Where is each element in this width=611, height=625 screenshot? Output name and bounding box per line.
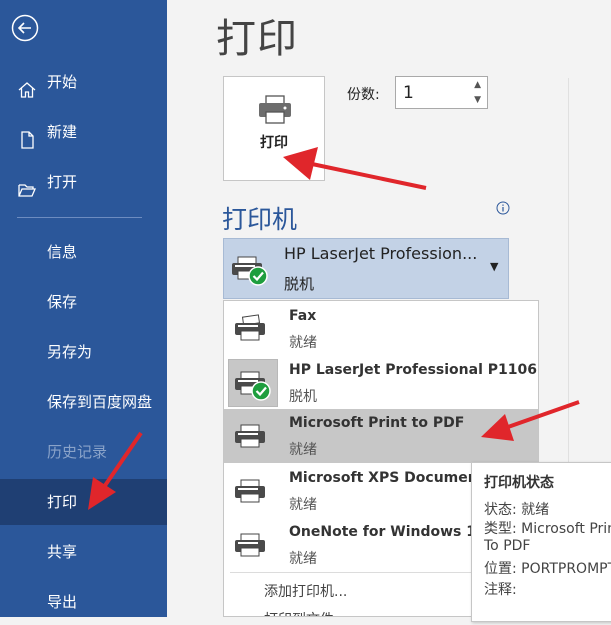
sidebar-item-label: 信息 xyxy=(47,243,78,261)
sidebar-item-label: 开始 xyxy=(47,73,78,91)
fax-icon xyxy=(233,314,269,348)
sidebar-item-label: 另存为 xyxy=(47,343,93,361)
sidebar-item-history: 历史记录 xyxy=(0,429,167,475)
printer-offline-icon xyxy=(233,368,273,406)
sidebar-item-label: 导出 xyxy=(47,593,78,611)
printer-icon xyxy=(233,476,269,510)
sidebar-item-info[interactable]: 信息 xyxy=(0,229,167,275)
sidebar-item-print[interactable]: 打印 xyxy=(0,479,167,525)
printer-option-status: 就绪 xyxy=(289,442,317,458)
add-printer-link[interactable]: 添加打印机... xyxy=(264,581,347,601)
sidebar-item-label: 历史记录 xyxy=(47,443,108,461)
selected-printer-status: 脱机 xyxy=(284,275,315,293)
backstage-sidebar: 开始 新建 打开 信息 保存 另存为 保存到百度网盘 历史记录 打印 共享 导出 xyxy=(0,0,167,617)
printer-section-title: 打印机 xyxy=(222,205,298,234)
printer-status-tooltip: 打印机状态 状态: 就绪 类型: Microsoft Print To PDF … xyxy=(471,462,611,622)
tooltip-location: 位置: PORTPROMPT: xyxy=(484,561,611,577)
tooltip-type-cont: To PDF xyxy=(484,538,531,554)
chevron-up-icon[interactable]: ▲ xyxy=(474,80,481,90)
sidebar-item-label: 新建 xyxy=(47,123,78,141)
printer-select[interactable]: HP LaserJet Profession... 脱机 ▼ xyxy=(223,238,509,299)
selected-printer-name: HP LaserJet Profession... xyxy=(284,244,478,263)
printer-option-status: 就绪 xyxy=(289,551,317,567)
printer-option-status: 脱机 xyxy=(289,389,317,405)
chevron-down-icon: ▼ xyxy=(490,260,499,273)
sidebar-item-share[interactable]: 共享 xyxy=(0,529,167,575)
printer-option-name: Microsoft Print to PDF xyxy=(289,415,465,431)
printer-icon xyxy=(257,95,293,129)
printer-option-fax[interactable]: Fax 就绪 xyxy=(224,302,538,356)
folder-open-icon xyxy=(17,172,37,197)
home-icon xyxy=(17,72,37,98)
printer-icon xyxy=(233,421,269,455)
print-button[interactable]: 打印 xyxy=(223,76,325,181)
printer-option-print-to-pdf[interactable]: Microsoft Print to PDF 就绪 xyxy=(224,409,538,463)
printer-offline-icon xyxy=(230,253,270,291)
page-title: 打印 xyxy=(216,16,298,62)
sidebar-item-label: 共享 xyxy=(47,543,78,561)
sidebar-divider xyxy=(17,217,142,218)
new-document-icon xyxy=(17,122,37,149)
printer-option-status: 就绪 xyxy=(289,335,317,351)
sidebar-item-new[interactable]: 新建 xyxy=(0,109,167,155)
printer-icon xyxy=(233,530,269,564)
sidebar-item-label: 保存 xyxy=(47,293,78,311)
sidebar-item-label: 打印 xyxy=(47,493,78,511)
tooltip-comment: 注释: xyxy=(484,582,517,598)
printer-option-status: 就绪 xyxy=(289,497,317,513)
print-button-label: 打印 xyxy=(260,135,288,151)
printer-option-name: Fax xyxy=(289,308,317,324)
printer-option-name: HP LaserJet Professional P1106 xyxy=(289,362,537,378)
sidebar-item-home[interactable]: 开始 xyxy=(0,59,167,105)
printer-option-hp[interactable]: HP LaserJet Professional P1106 脱机 xyxy=(224,356,538,410)
sidebar-item-save-to-baidu[interactable]: 保存到百度网盘 xyxy=(0,379,167,425)
tooltip-title: 打印机状态 xyxy=(484,475,554,491)
sidebar-item-save-as[interactable]: 另存为 xyxy=(0,329,167,375)
info-icon[interactable] xyxy=(496,200,510,215)
sidebar-item-open[interactable]: 打开 xyxy=(0,159,167,205)
tooltip-status: 状态: 就绪 xyxy=(484,502,550,518)
back-arrow-icon[interactable] xyxy=(11,14,39,42)
sidebar-item-label: 打开 xyxy=(47,173,78,191)
sidebar-item-save[interactable]: 保存 xyxy=(0,279,167,325)
copies-label: 份数: xyxy=(347,87,380,103)
copies-value[interactable]: 1 xyxy=(403,83,414,103)
tooltip-type: 类型: Microsoft Print xyxy=(484,521,611,537)
sidebar-item-export[interactable]: 导出 xyxy=(0,579,167,625)
sidebar-item-label: 保存到百度网盘 xyxy=(47,393,153,411)
print-to-file-option[interactable]: 打印到文件 xyxy=(264,609,334,616)
chevron-down-icon[interactable]: ▼ xyxy=(474,95,481,105)
printer-option-name: OneNote for Windows 10 xyxy=(289,524,486,540)
copies-stepper[interactable]: 1 ▲ ▼ xyxy=(395,76,488,109)
